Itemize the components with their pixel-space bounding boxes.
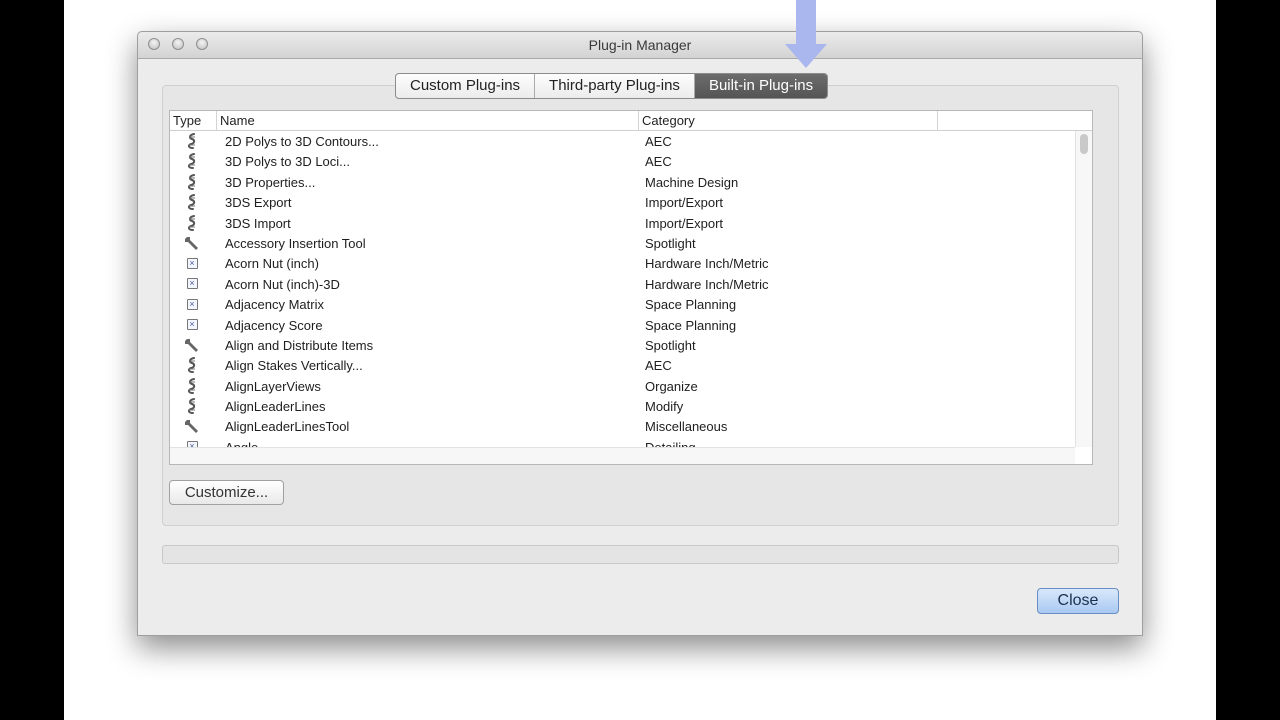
column-header-type[interactable]: Type [170, 111, 217, 130]
plugin-category: AEC [645, 154, 672, 170]
plugin-category: Hardware Inch/Metric [645, 276, 769, 292]
table-row[interactable]: × Acorn Nut (inch) Hardware Inch/Metric [170, 253, 1075, 273]
plugin-name: 3DS Export [225, 195, 292, 211]
plugin-category: Miscellaneous [645, 419, 728, 435]
table-row[interactable]: AlignLayerViews Organize [170, 376, 1075, 396]
plugin-tabs: Custom Plug-ins Third-party Plug-ins Bui… [395, 73, 829, 99]
table-row[interactable]: × Angle Detailing [170, 437, 1075, 447]
plugin-name: Angle [225, 440, 258, 447]
table-body: 2D Polys to 3D Contours... AEC 3D Polys to… [170, 131, 1075, 447]
plugin-name: 3DS Import [225, 215, 291, 231]
horizontal-scrollbar[interactable] [170, 447, 1075, 464]
object-icon: × [184, 439, 200, 447]
plugin-category: Organize [645, 378, 698, 394]
table-row[interactable]: 2D Polys to 3D Contours... AEC [170, 131, 1075, 151]
plugin-category: Import/Export [645, 215, 724, 231]
script-icon [184, 214, 200, 231]
table-row[interactable]: 3D Polys to 3D Loci... AEC [170, 151, 1075, 171]
letterbox-left [0, 0, 64, 720]
plugin-name: Align Stakes Vertically... [225, 358, 363, 374]
plugin-name: AlignLeaderLinesTool [225, 419, 350, 435]
plugin-name: Acorn Nut (inch)-3D [225, 276, 340, 292]
script-icon [184, 173, 200, 190]
script-icon [184, 153, 200, 170]
script-icon [184, 398, 200, 415]
plugin-name: Adjacency Matrix [225, 297, 324, 313]
plugin-name: 3D Polys to 3D Loci... [225, 154, 350, 170]
plugin-category: Spotlight [645, 337, 696, 353]
plugin-category: Modify [645, 399, 684, 415]
table-row[interactable]: × Acorn Nut (inch)-3D Hardware Inch/Metric [170, 274, 1075, 294]
customize-button[interactable]: Customize... [169, 480, 284, 505]
table-row[interactable]: Align Stakes Vertically... AEC [170, 355, 1075, 375]
table-row[interactable]: × Adjacency Matrix Space Planning [170, 294, 1075, 314]
window-title: Plug-in Manager [588, 37, 692, 53]
plugin-category: Import/Export [645, 195, 724, 211]
object-icon: × [184, 317, 200, 333]
plugin-name: 3D Properties... [225, 174, 316, 190]
plugin-name: Accessory Insertion Tool [225, 235, 366, 251]
plugin-category: Detailing [645, 440, 696, 447]
wrench-icon [184, 418, 200, 434]
column-header-empty [938, 111, 1092, 130]
script-icon [184, 194, 200, 211]
plugin-name: AlignLayerViews [225, 378, 321, 394]
plugin-category: Machine Design [645, 174, 739, 190]
plugins-table: Type Name Category 2D Polys to 3D Contou… [169, 110, 1093, 465]
progress-bar [162, 545, 1119, 564]
vertical-scrollbar[interactable] [1075, 131, 1092, 447]
plugin-name: Acorn Nut (inch) [225, 256, 319, 272]
table-row[interactable]: AlignLeaderLines Modify [170, 396, 1075, 416]
letterbox-right [1216, 0, 1280, 720]
tab-custom-plugins[interactable]: Custom Plug-ins [396, 74, 536, 98]
object-icon: × [184, 276, 200, 292]
plugin-category: AEC [645, 134, 672, 149]
table-row[interactable]: Align and Distribute Items Spotlight [170, 335, 1075, 355]
plugin-name: Adjacency Score [225, 317, 323, 333]
title-bar[interactable]: Plug-in Manager [138, 32, 1142, 59]
script-icon [184, 133, 200, 149]
plugin-category: Space Planning [645, 317, 737, 333]
object-icon: × [184, 255, 200, 271]
tab-built-in-plugins[interactable]: Built-in Plug-ins [694, 74, 828, 98]
pointer-arrow-shaft [796, 0, 816, 44]
table-row[interactable]: 3DS Export Import/Export [170, 192, 1075, 212]
table-row[interactable]: AlignLeaderLinesTool Miscellaneous [170, 416, 1075, 436]
pointer-arrow-icon [785, 44, 827, 68]
plugin-name: Align and Distribute Items [225, 337, 374, 353]
plugin-name: 2D Polys to 3D Contours... [225, 134, 379, 149]
table-header: Type Name Category [170, 111, 1092, 131]
plugin-category: Hardware Inch/Metric [645, 256, 769, 272]
plugin-name: AlignLeaderLines [225, 399, 326, 415]
plugin-category: Spotlight [645, 235, 696, 251]
object-icon: × [184, 296, 200, 312]
column-header-name[interactable]: Name [217, 111, 639, 130]
wrench-icon [184, 337, 200, 353]
column-header-category[interactable]: Category [639, 111, 938, 130]
plugin-category: AEC [645, 358, 672, 374]
table-row[interactable]: 3DS Import Import/Export [170, 213, 1075, 233]
plugin-manager-window: Plug-in Manager Custom Plug-ins Third-pa… [137, 31, 1143, 636]
script-icon [184, 377, 200, 394]
tab-third-party-plugins[interactable]: Third-party Plug-ins [535, 74, 695, 98]
vertical-scroll-thumb[interactable] [1080, 134, 1088, 154]
table-row[interactable]: × Adjacency Score Space Planning [170, 315, 1075, 335]
plugin-category: Space Planning [645, 297, 737, 313]
script-icon [184, 357, 200, 374]
table-row[interactable]: Accessory Insertion Tool Spotlight [170, 233, 1075, 253]
table-row[interactable]: 3D Properties... Machine Design [170, 172, 1075, 192]
close-button[interactable]: Close [1037, 588, 1119, 614]
wrench-icon [184, 235, 200, 251]
